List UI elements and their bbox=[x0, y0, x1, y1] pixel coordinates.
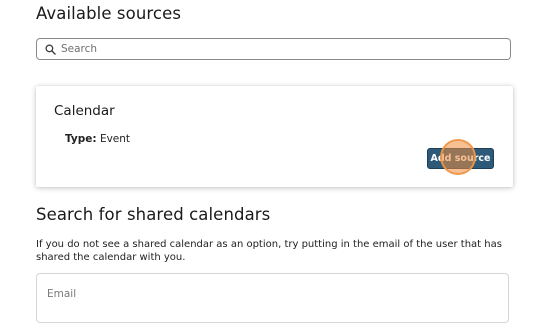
search-box[interactable] bbox=[36, 38, 511, 60]
shared-calendars-help-text: If you do not see a shared calendar as a… bbox=[36, 239, 502, 263]
type-label: Type: bbox=[65, 133, 97, 145]
type-value: Event bbox=[99, 133, 131, 145]
email-input[interactable] bbox=[47, 288, 487, 300]
card-title: Calendar bbox=[54, 103, 115, 119]
available-sources-page: Available sources Calendar Type: Event A… bbox=[0, 0, 560, 323]
shared-calendars-heading: Search for shared calendars bbox=[36, 205, 271, 224]
search-icon bbox=[43, 42, 57, 56]
add-source-button[interactable]: Add source bbox=[427, 148, 494, 169]
search-input[interactable] bbox=[61, 43, 491, 55]
email-field[interactable] bbox=[36, 273, 509, 323]
source-type: Type: Event bbox=[65, 133, 130, 145]
available-sources-heading: Available sources bbox=[36, 4, 182, 23]
calendar-source-card: Calendar Type: Event Add source bbox=[36, 86, 513, 187]
